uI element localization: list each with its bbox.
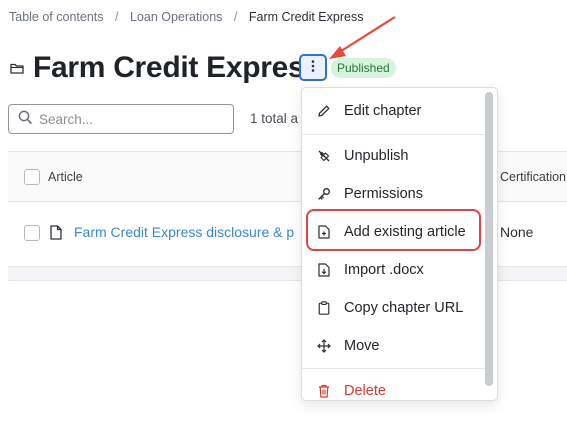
menu-item-label: Edit chapter xyxy=(344,103,422,119)
search-icon xyxy=(18,110,32,129)
menu-item-label: Unpublish xyxy=(344,148,409,164)
page-title: Farm Credit Express xyxy=(33,51,321,84)
title-row: Farm Credit Express xyxy=(10,50,321,86)
article-link[interactable]: Farm Credit Express disclosure & p xyxy=(74,224,294,240)
breadcrumb: Table of contents / Loan Operations / Fa… xyxy=(9,10,363,24)
menu-scrollbar[interactable] xyxy=(485,92,493,386)
clipboard-icon xyxy=(317,301,331,315)
search-box[interactable] xyxy=(8,104,234,134)
column-header-article[interactable]: Article xyxy=(48,170,83,184)
menu-item-move[interactable]: Move xyxy=(302,329,485,363)
chapter-options-button[interactable] xyxy=(299,54,327,81)
breadcrumb-link-table-of-contents[interactable]: Table of contents xyxy=(9,10,104,24)
menu-divider xyxy=(302,368,485,369)
menu-item-label: Import .docx xyxy=(344,262,424,278)
chapter-options-menu: Edit chapter Unpublish Permissions Add e… xyxy=(301,87,498,401)
breadcrumb-link-loan-operations[interactable]: Loan Operations xyxy=(130,10,222,24)
menu-divider xyxy=(302,134,485,135)
menu-item-unpublish[interactable]: Unpublish xyxy=(302,139,485,173)
breadcrumb-current: Farm Credit Express xyxy=(248,10,364,24)
certification-cell: None xyxy=(500,224,534,240)
menu-item-edit-chapter[interactable]: Edit chapter xyxy=(302,94,485,128)
menu-item-copy-chapter-url[interactable]: Copy chapter URL xyxy=(302,291,485,325)
menu-item-label: Move xyxy=(344,338,380,354)
move-icon xyxy=(317,339,331,353)
trash-icon xyxy=(317,384,331,398)
row-checkbox[interactable] xyxy=(24,225,40,241)
highlight-box xyxy=(306,209,481,251)
import-document-icon xyxy=(317,263,331,277)
menu-item-label: Delete xyxy=(344,383,386,399)
total-count: 1 total a xyxy=(250,111,299,126)
search-input[interactable] xyxy=(39,111,219,127)
menu-item-label: Permissions xyxy=(344,186,423,202)
document-icon xyxy=(50,225,62,245)
menu-item-permissions[interactable]: Permissions xyxy=(302,177,485,211)
select-all-checkbox[interactable] xyxy=(24,169,40,185)
menu-item-import-docx[interactable]: Import .docx xyxy=(302,253,485,287)
vertical-dots-icon xyxy=(311,59,315,77)
status-badge: Published xyxy=(331,58,396,78)
breadcrumb-separator: / xyxy=(233,10,238,24)
menu-item-delete[interactable]: Delete xyxy=(302,374,485,400)
folder-icon xyxy=(10,62,24,74)
key-icon xyxy=(317,187,331,201)
unpublish-icon xyxy=(317,149,331,163)
pencil-icon xyxy=(317,104,331,118)
column-header-certification[interactable]: Certification xyxy=(500,170,566,184)
menu-item-label: Copy chapter URL xyxy=(344,300,464,316)
breadcrumb-separator: / xyxy=(115,10,119,24)
